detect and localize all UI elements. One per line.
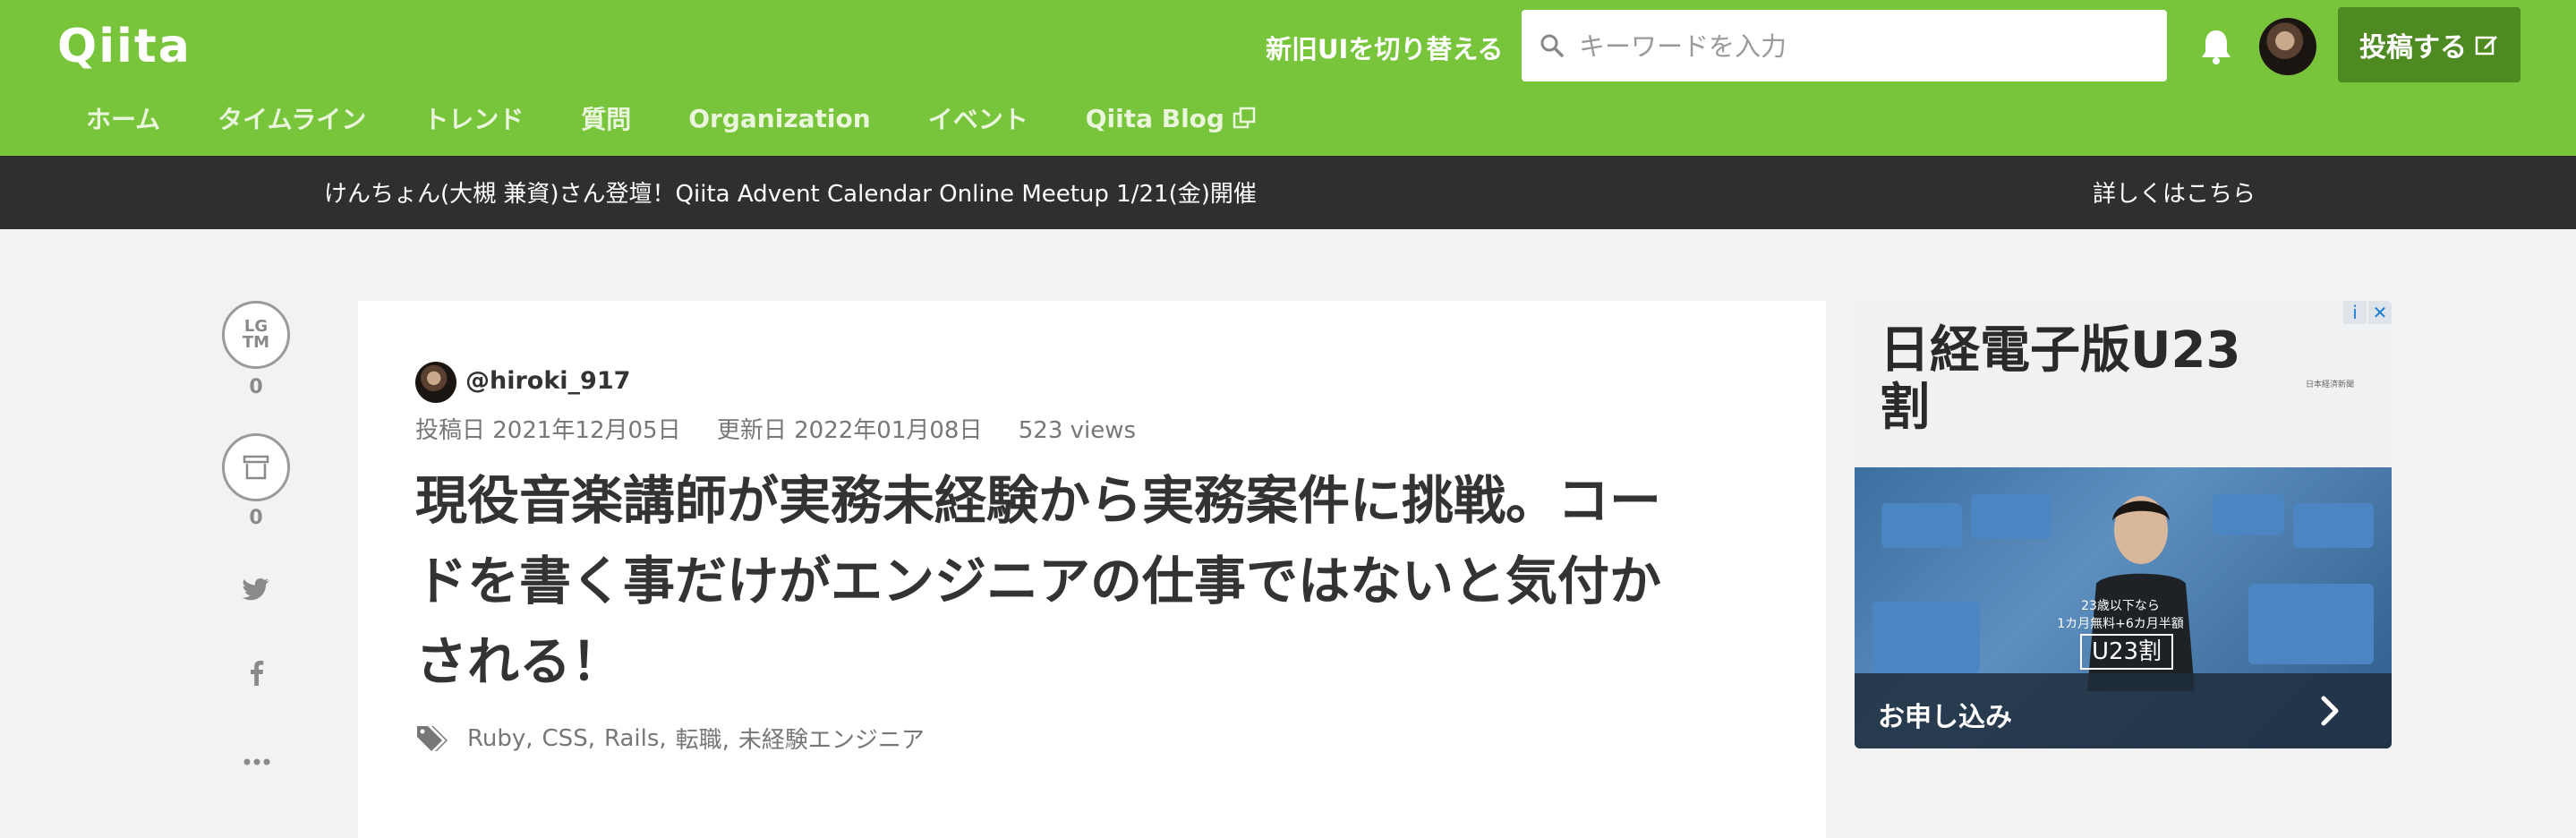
- main-nav: ホーム タイムライン トレンド 質問 Organization イベント Qii…: [86, 100, 1314, 136]
- nav-qiita-blog[interactable]: Qiita Blog: [1086, 100, 1257, 136]
- nav-organization[interactable]: Organization: [688, 100, 870, 136]
- ad-cta-label: お申し込み: [1878, 702, 2012, 733]
- ad-seat: [2248, 584, 2374, 664]
- ad-seat: [1881, 503, 1962, 548]
- twitter-icon[interactable]: [242, 573, 272, 603]
- user-avatar[interactable]: [2259, 18, 2316, 75]
- chevron-right-icon: [2321, 696, 2339, 726]
- ad-seat: [2213, 494, 2284, 535]
- search-icon: [1540, 34, 1564, 57]
- ad-close-icon[interactable]: ✕: [2368, 301, 2392, 324]
- nav-qiita-blog-label: Qiita Blog: [1085, 103, 1224, 133]
- switch-ui-link[interactable]: 新旧UIを切り替える: [1266, 29, 1503, 66]
- ad-seat: [1872, 602, 1980, 673]
- ad-seat: [2293, 503, 2374, 548]
- announcement-banner: けんちょん(大槻 兼資)さん登壇！Qiita Advent Calendar O…: [0, 156, 2576, 229]
- tag-ruby[interactable]: Ruby,: [467, 725, 533, 752]
- nav-questions[interactable]: 質問: [581, 100, 631, 136]
- ad-badge: U23割: [2080, 634, 2173, 670]
- stock-icon: [243, 455, 269, 480]
- lgtm-icon: LG TM: [243, 319, 269, 351]
- edit-icon: [2475, 36, 2497, 56]
- external-link-icon: [1233, 107, 1256, 129]
- nav-home[interactable]: ホーム: [86, 100, 160, 136]
- more-options-icon[interactable]: [242, 747, 272, 777]
- article-card: @hiroki_917 投稿日 2021年12月05日 更新日 2022年01月…: [358, 301, 1826, 838]
- stock-button[interactable]: [222, 433, 290, 501]
- article-title: 現役音楽講師が実務未経験から実務案件に挑戦。コードを書く事だけがエンジニアの仕事…: [415, 470, 1662, 692]
- site-header: Qiita 新旧UIを切り替える 投稿する ホーム タイムライン トレンド 質問…: [0, 0, 2576, 156]
- lgtm-label-2: TM: [242, 333, 270, 352]
- tags-icon: [417, 725, 448, 751]
- author-name[interactable]: @hiroki_917: [465, 367, 630, 395]
- announcement-details-link[interactable]: 詳しくはこちら: [2093, 175, 2256, 209]
- search-input[interactable]: [1577, 10, 2154, 83]
- announcement-text[interactable]: けんちょん(大槻 兼資)さん登壇！Qiita Advent Calendar O…: [324, 175, 1257, 209]
- ad-publisher: 日本経済新聞: [2306, 381, 2355, 389]
- updated-date: 更新日 2022年01月08日: [716, 417, 983, 444]
- advertisement[interactable]: 日経電子版U23割 i ✕ 日本経済新聞 23歳以下なら 1カ月無料+6カ月半額…: [1855, 301, 2392, 748]
- view-count: 523 views: [1018, 417, 1137, 444]
- lgtm-button[interactable]: LG TM: [222, 301, 290, 369]
- tag-job-change[interactable]: 転職,: [676, 722, 729, 755]
- nav-trend[interactable]: トレンド: [423, 100, 524, 136]
- facebook-icon[interactable]: [242, 657, 272, 688]
- article-meta: 投稿日 2021年12月05日 更新日 2022年01月08日 523 view…: [415, 412, 1164, 445]
- ad-promo-line-1: 23歳以下なら: [2081, 599, 2160, 613]
- tag-list: Ruby, CSS, Rails, 転職, 未経験エンジニア: [415, 722, 934, 755]
- stock-count: 0: [249, 507, 263, 529]
- post-button[interactable]: 投稿する: [2338, 7, 2521, 82]
- search-box[interactable]: [1522, 10, 2167, 83]
- bell-icon[interactable]: [2198, 27, 2234, 66]
- tag-inexperienced-engineer[interactable]: 未経験エンジニア: [738, 722, 925, 755]
- ad-cta-bar[interactable]: お申し込み: [1855, 673, 2392, 748]
- ad-promo-line-2: 1カ月無料+6カ月半額: [2057, 617, 2184, 631]
- posted-date: 投稿日 2021年12月05日: [415, 417, 681, 444]
- ad-seat: [1971, 494, 2051, 539]
- tag-css[interactable]: CSS,: [542, 725, 595, 752]
- nav-events[interactable]: イベント: [928, 100, 1028, 136]
- nav-timeline[interactable]: タイムライン: [218, 100, 366, 136]
- ad-controls: i ✕: [2343, 301, 2392, 324]
- lgtm-count: 0: [249, 376, 263, 398]
- author-avatar[interactable]: [415, 362, 456, 403]
- ad-title: 日経電子版U23割: [1880, 321, 2241, 437]
- qiita-logo[interactable]: Qiita: [57, 20, 192, 73]
- post-button-label: 投稿する: [2359, 32, 2467, 64]
- ad-info-icon[interactable]: i: [2343, 301, 2367, 324]
- tag-rails[interactable]: Rails,: [604, 725, 667, 752]
